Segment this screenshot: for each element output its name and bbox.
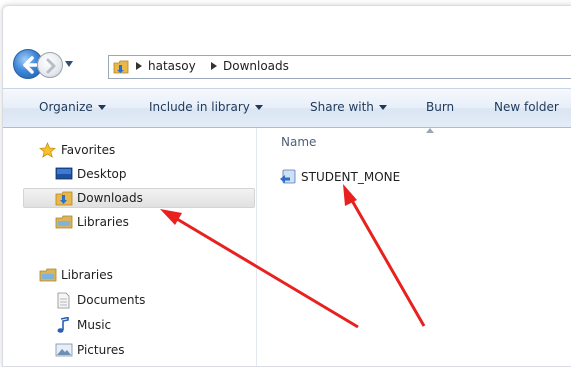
document-icon [57, 292, 70, 309]
star-icon [39, 142, 56, 158]
explorer-window: hatasoy Downloads Organize Include in li… [2, 5, 571, 367]
share-with-button[interactable]: Share with [310, 100, 387, 114]
libraries-header[interactable]: Libraries [39, 266, 239, 286]
breadcrumb-downloads[interactable]: Downloads [223, 59, 289, 73]
pictures-icon [55, 343, 73, 357]
sidebar-item-pictures[interactable]: Pictures [55, 341, 245, 361]
sidebar-item-libraries-favorite[interactable]: Libraries [55, 213, 245, 233]
navigation-pane: Favorites Desktop Downloads Libraries Li… [3, 128, 257, 366]
desktop-icon [55, 167, 73, 180]
shortcut-file-icon [280, 169, 296, 184]
column-header-name[interactable]: Name [281, 135, 316, 149]
include-in-library-button[interactable]: Include in library [149, 100, 263, 114]
forward-arrow-icon [46, 58, 56, 74]
address-bar[interactable]: hatasoy Downloads [108, 55, 571, 79]
breadcrumb-hatasoy[interactable]: hatasoy [148, 59, 196, 73]
music-note-icon [57, 317, 69, 333]
sidebar-item-documents[interactable]: Documents [55, 291, 245, 311]
new-folder-button[interactable]: New folder [494, 100, 559, 114]
favorites-header[interactable]: Favorites [39, 141, 239, 161]
dropdown-caret-icon [378, 105, 387, 110]
library-icon [39, 268, 57, 282]
dropdown-caret-icon [97, 105, 106, 110]
sidebar-item-downloads[interactable]: Downloads [23, 188, 255, 208]
title-bar [3, 6, 571, 46]
sort-ascending-icon [426, 128, 434, 133]
recent-pages-dropdown-icon[interactable] [65, 61, 73, 67]
sidebar-item-desktop[interactable]: Desktop [55, 165, 245, 185]
breadcrumb-separator-icon[interactable] [136, 62, 142, 70]
forward-button[interactable] [37, 52, 63, 78]
library-icon [55, 215, 73, 229]
command-bar: Organize Include in library Share with B… [3, 88, 571, 128]
dropdown-caret-icon [254, 105, 263, 110]
file-list: Name STUDENT_MONE [257, 128, 571, 366]
downloads-folder-icon [55, 191, 73, 206]
burn-button[interactable]: Burn [426, 100, 454, 114]
breadcrumb-separator-icon[interactable] [211, 62, 217, 70]
organize-button[interactable]: Organize [39, 100, 106, 114]
folder-icon [113, 60, 129, 74]
sidebar-item-music[interactable]: Music [55, 316, 245, 336]
